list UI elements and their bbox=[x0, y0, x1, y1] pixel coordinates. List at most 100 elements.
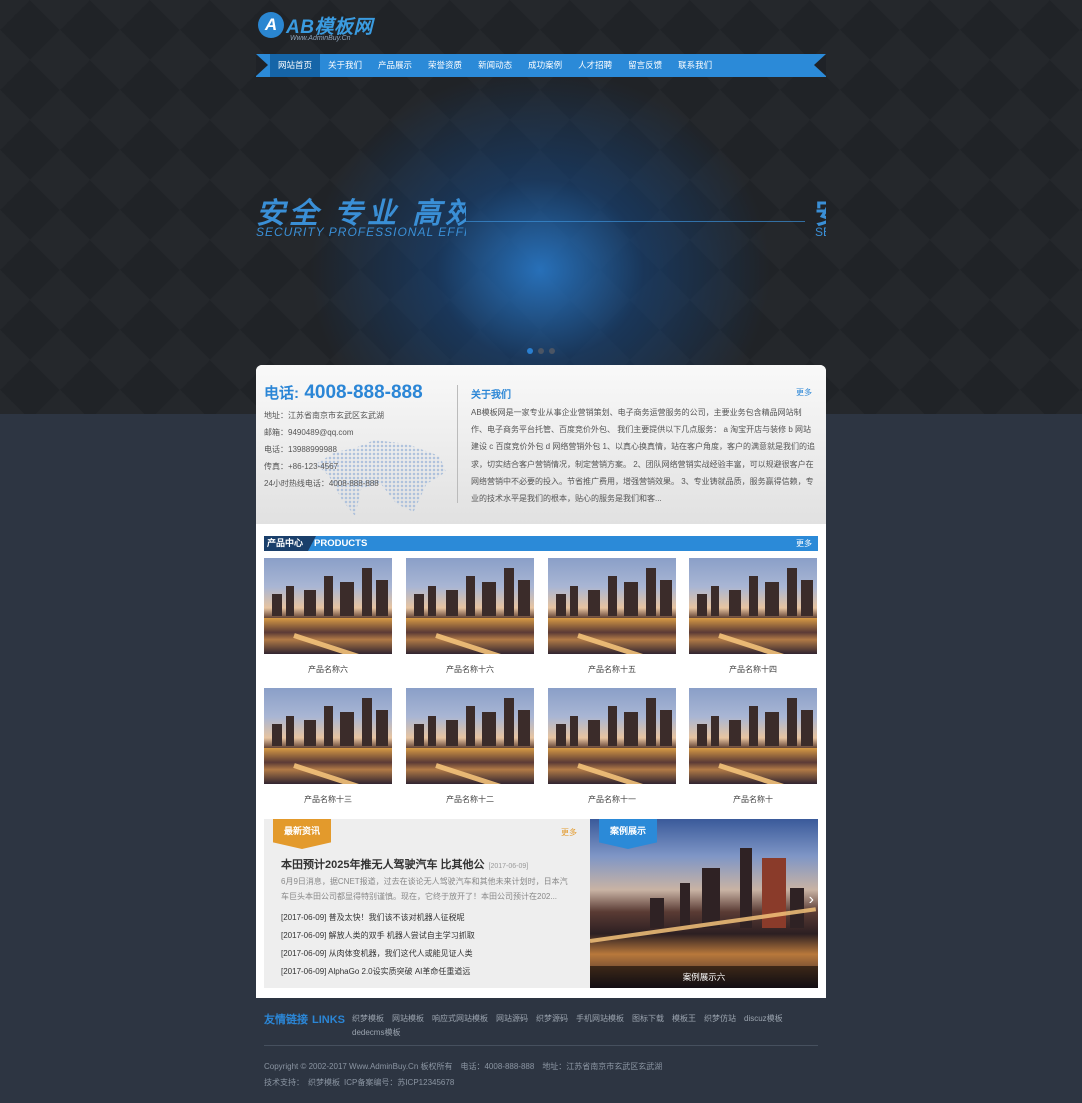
case-caption[interactable]: 案例展示六 bbox=[590, 966, 818, 988]
nav-item[interactable]: 新闻动态 bbox=[470, 54, 520, 77]
product-card[interactable]: 产品名称十三 bbox=[264, 688, 392, 808]
product-image[interactable] bbox=[264, 688, 392, 784]
product-name[interactable]: 产品名称十 bbox=[689, 794, 817, 805]
footer-tech-row: 技术支持： 织梦模板 ICP备案编号：苏ICP12345678 bbox=[264, 1077, 458, 1088]
product-card[interactable]: 产品名称十五 bbox=[548, 558, 676, 678]
product-image-building bbox=[362, 698, 372, 746]
product-name[interactable]: 产品名称十二 bbox=[406, 794, 534, 805]
banner-slogan-en: SECURITY PROFESSIONAL EFFICIENT bbox=[256, 225, 466, 239]
footer-icp: ICP备案编号：苏ICP12345678 bbox=[344, 1078, 455, 1087]
nav-item[interactable]: 关于我们 bbox=[320, 54, 370, 77]
news-headline[interactable]: 本田预计2025年推无人驾驶汽车 比其他公 [2017-06-09] bbox=[281, 856, 528, 872]
about-more-link[interactable]: 更多 bbox=[796, 387, 812, 398]
product-image[interactable] bbox=[689, 558, 817, 654]
about-title: 关于我们 bbox=[471, 390, 511, 401]
product-image[interactable] bbox=[548, 558, 676, 654]
product-card[interactable]: 产品名称十 bbox=[689, 688, 817, 808]
nav-item[interactable]: 产品展示 bbox=[370, 54, 420, 77]
news-list-item[interactable]: [2017-06-09] AlphaGo 2.0设实质突破 AI革命任重道远 bbox=[281, 963, 475, 981]
product-card[interactable]: 产品名称十六 bbox=[406, 558, 534, 678]
phone-label: 电话: bbox=[264, 385, 299, 402]
nav-right-notch bbox=[814, 54, 826, 76]
friend-link[interactable]: 网站源码 bbox=[496, 1012, 528, 1025]
friend-link[interactable]: 织梦源码 bbox=[536, 1012, 568, 1025]
products-more-link[interactable]: 更多 bbox=[796, 536, 812, 551]
friend-link[interactable]: 织梦仿站 bbox=[704, 1012, 736, 1025]
news-list-item[interactable]: [2017-06-09] 解放人类的双手 机器人尝试自主学习抓取 bbox=[281, 927, 475, 945]
product-name[interactable]: 产品名称十三 bbox=[264, 794, 392, 805]
nav-item[interactable]: 网站首页 bbox=[270, 54, 321, 77]
news-list-item[interactable]: [2017-06-09] 普及太快！我们该不该对机器人征税呢 bbox=[281, 909, 475, 927]
product-image[interactable] bbox=[406, 688, 534, 784]
contact-address: 地址：江苏省南京市玄武区玄武湖 bbox=[264, 411, 384, 420]
logo-subtitle: Www.AdminBuy.Cn bbox=[290, 35, 351, 42]
friend-link[interactable]: discuz模板 bbox=[744, 1012, 783, 1025]
contact-list: 地址：江苏省南京市玄武区玄武湖 邮箱：9490489@qq.com 电话：139… bbox=[264, 407, 384, 492]
product-image-building bbox=[324, 706, 333, 746]
product-image-building bbox=[697, 724, 707, 746]
product-name[interactable]: 产品名称十五 bbox=[548, 664, 676, 675]
friend-link[interactable]: 网站模板 bbox=[392, 1012, 424, 1025]
product-image-building bbox=[787, 698, 797, 746]
site-logo[interactable]: A AB模板网 Www.AdminBuy.Cn bbox=[258, 12, 398, 42]
product-name[interactable]: 产品名称十一 bbox=[548, 794, 676, 805]
friend-link[interactable]: 响应式网站模板 bbox=[432, 1012, 488, 1025]
product-image-building bbox=[428, 586, 436, 616]
slider-dot[interactable] bbox=[549, 348, 555, 354]
product-image-building bbox=[749, 706, 758, 746]
nav-item[interactable]: 荣誉资质 bbox=[420, 54, 470, 77]
product-card[interactable]: 产品名称十四 bbox=[689, 558, 817, 678]
product-image-building bbox=[711, 716, 719, 746]
product-image-building bbox=[729, 590, 741, 616]
news-list-item[interactable]: [2017-06-09] 从肉体变机器，我们这代人或能见证人类 bbox=[281, 945, 475, 963]
product-image[interactable] bbox=[264, 558, 392, 654]
footer-address: 地址：江苏省南京市玄武区玄武湖 bbox=[542, 1062, 663, 1071]
product-image-building bbox=[787, 568, 797, 616]
nav-item[interactable]: 人才招聘 bbox=[570, 54, 620, 77]
friend-link[interactable]: dedecms模板 bbox=[352, 1026, 400, 1039]
product-card[interactable]: 产品名称十二 bbox=[406, 688, 534, 808]
nav-item[interactable]: 成功案例 bbox=[520, 54, 570, 77]
product-name[interactable]: 产品名称十四 bbox=[689, 664, 817, 675]
case-image-building bbox=[680, 883, 690, 928]
products-title-en: PRODUCTS bbox=[314, 538, 368, 549]
product-card[interactable]: 产品名称六 bbox=[264, 558, 392, 678]
links-title-cn: 友情链接 bbox=[264, 1014, 308, 1026]
slider-dot[interactable] bbox=[538, 348, 544, 354]
info-band: 电话: 4008-888-888 地址：江苏省南京市玄武区玄武湖 邮箱：9490… bbox=[256, 365, 826, 524]
products-title-cn: 产品中心 bbox=[264, 536, 316, 551]
product-image-building bbox=[588, 720, 600, 746]
contact-hotline: 24小时热线电话：4008-888-888 bbox=[264, 479, 379, 488]
product-image-building bbox=[570, 716, 578, 746]
product-image[interactable] bbox=[548, 688, 676, 784]
case-panel[interactable]: 案例展示 › 案例展示六 bbox=[590, 819, 818, 988]
friend-link[interactable]: 模板王 bbox=[672, 1012, 696, 1025]
news-summary: 6月9日消息，据CNET报道，过去在谈论无人驾驶汽车和其他未来计划时，日本汽车巨… bbox=[281, 877, 568, 901]
case-image-building bbox=[650, 898, 664, 928]
product-image-building bbox=[518, 580, 530, 616]
friend-link[interactable]: 织梦模板 bbox=[352, 1012, 384, 1025]
footer-tech-link[interactable]: 织梦模板 bbox=[308, 1078, 340, 1087]
product-image[interactable] bbox=[689, 688, 817, 784]
product-image-building bbox=[376, 580, 388, 616]
friend-link[interactable]: 图标下载 bbox=[632, 1012, 664, 1025]
product-image-building bbox=[765, 582, 779, 616]
product-image-building bbox=[446, 590, 458, 616]
nav-item[interactable]: 留言反馈 bbox=[620, 54, 670, 77]
news-headline-title[interactable]: 本田预计2025年推无人驾驶汽车 比其他公 bbox=[281, 859, 485, 871]
product-image-building bbox=[446, 720, 458, 746]
footer-tech-label: 技术支持： bbox=[264, 1078, 304, 1087]
nav-item[interactable]: 联系我们 bbox=[670, 54, 720, 77]
friend-link[interactable]: 手机网站模板 bbox=[576, 1012, 624, 1025]
contact-email: 邮箱：9490489@qq.com bbox=[264, 428, 354, 437]
chevron-right-icon[interactable]: › bbox=[809, 891, 814, 909]
slider-dot[interactable] bbox=[527, 348, 533, 354]
product-name[interactable]: 产品名称六 bbox=[264, 664, 392, 675]
product-card[interactable]: 产品名称十一 bbox=[548, 688, 676, 808]
product-image[interactable] bbox=[406, 558, 534, 654]
phone-header: 电话: 4008-888-888 bbox=[264, 382, 423, 404]
product-image-building bbox=[414, 724, 424, 746]
product-name[interactable]: 产品名称十六 bbox=[406, 664, 534, 675]
news-more-link[interactable]: 更多 bbox=[561, 827, 577, 838]
product-image-building bbox=[608, 706, 617, 746]
